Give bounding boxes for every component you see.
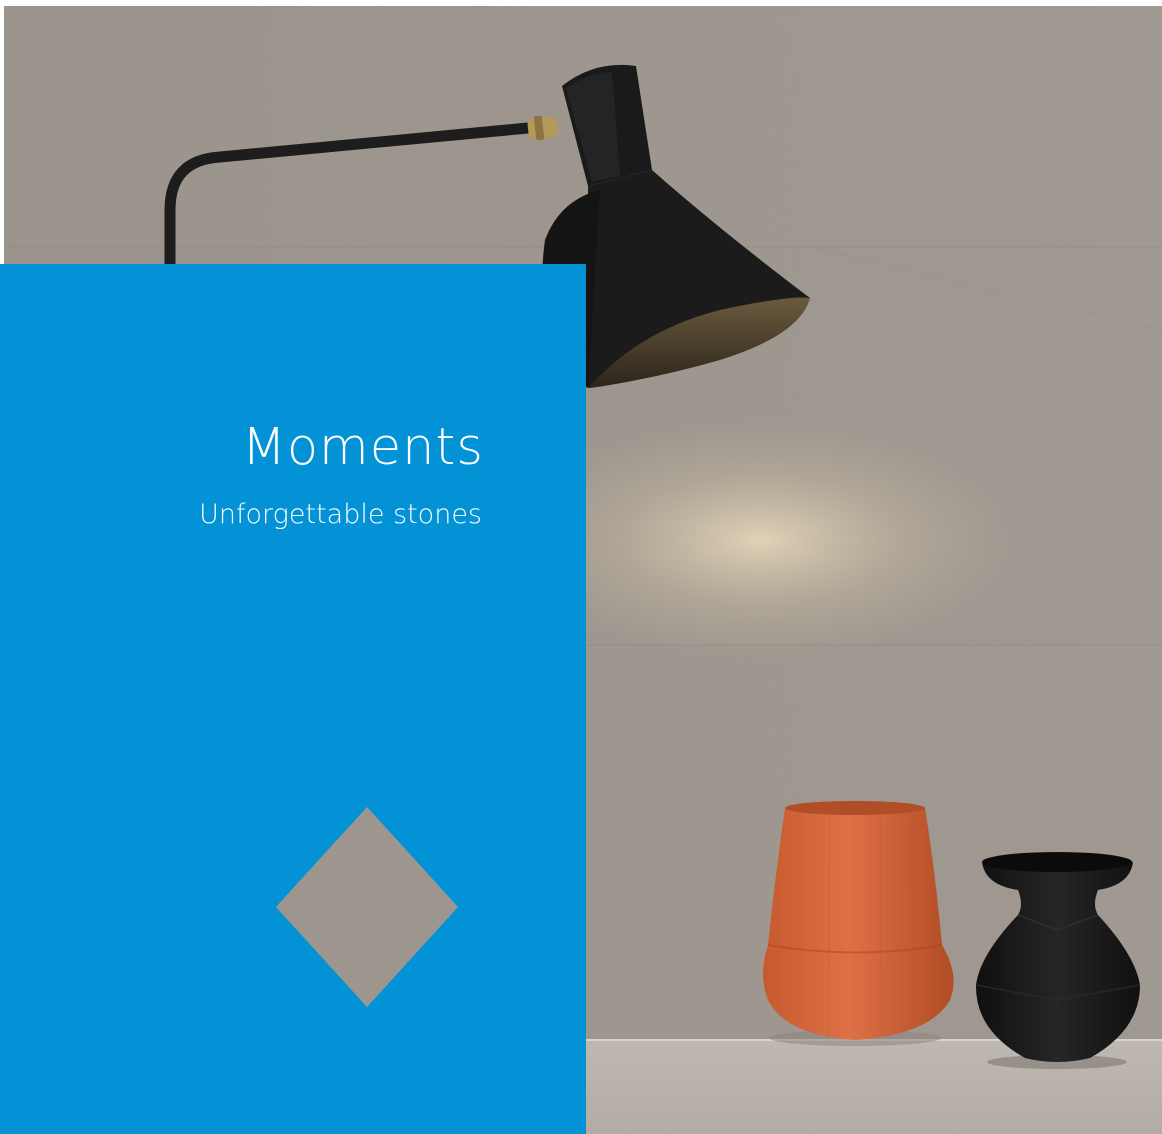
terracotta-vase-icon bbox=[763, 801, 954, 1046]
black-vase-icon bbox=[975, 852, 1141, 1069]
stone-diamond-swatch bbox=[276, 807, 458, 1007]
panel-subtitle: Unforgettable stones bbox=[199, 499, 482, 530]
brand-panel: Moments Unforgettable stones bbox=[0, 264, 586, 1134]
panel-title: Moments bbox=[241, 418, 484, 477]
